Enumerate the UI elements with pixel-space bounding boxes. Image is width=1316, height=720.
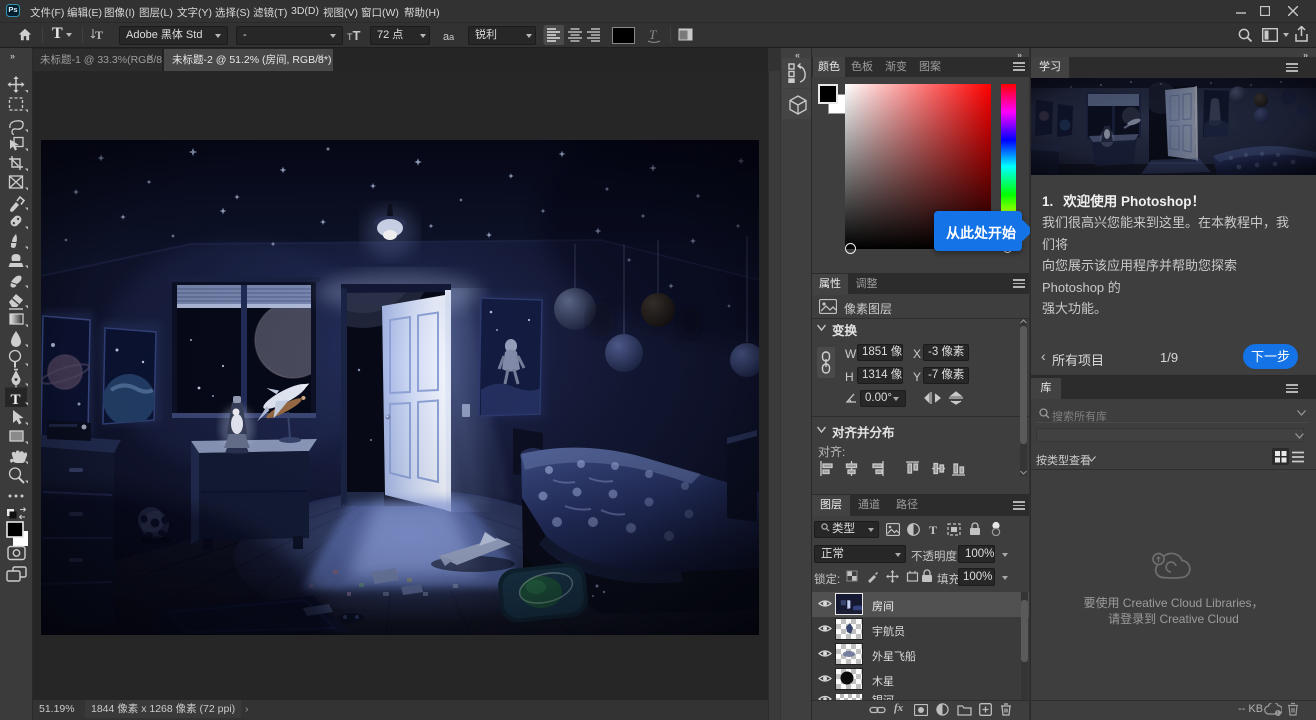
svg-text:»: » xyxy=(10,51,15,61)
svg-text:T: T xyxy=(649,27,657,42)
svg-text:T: T xyxy=(11,392,21,408)
svg-text:!: ! xyxy=(1277,711,1278,716)
svg-text:T: T xyxy=(95,28,103,42)
